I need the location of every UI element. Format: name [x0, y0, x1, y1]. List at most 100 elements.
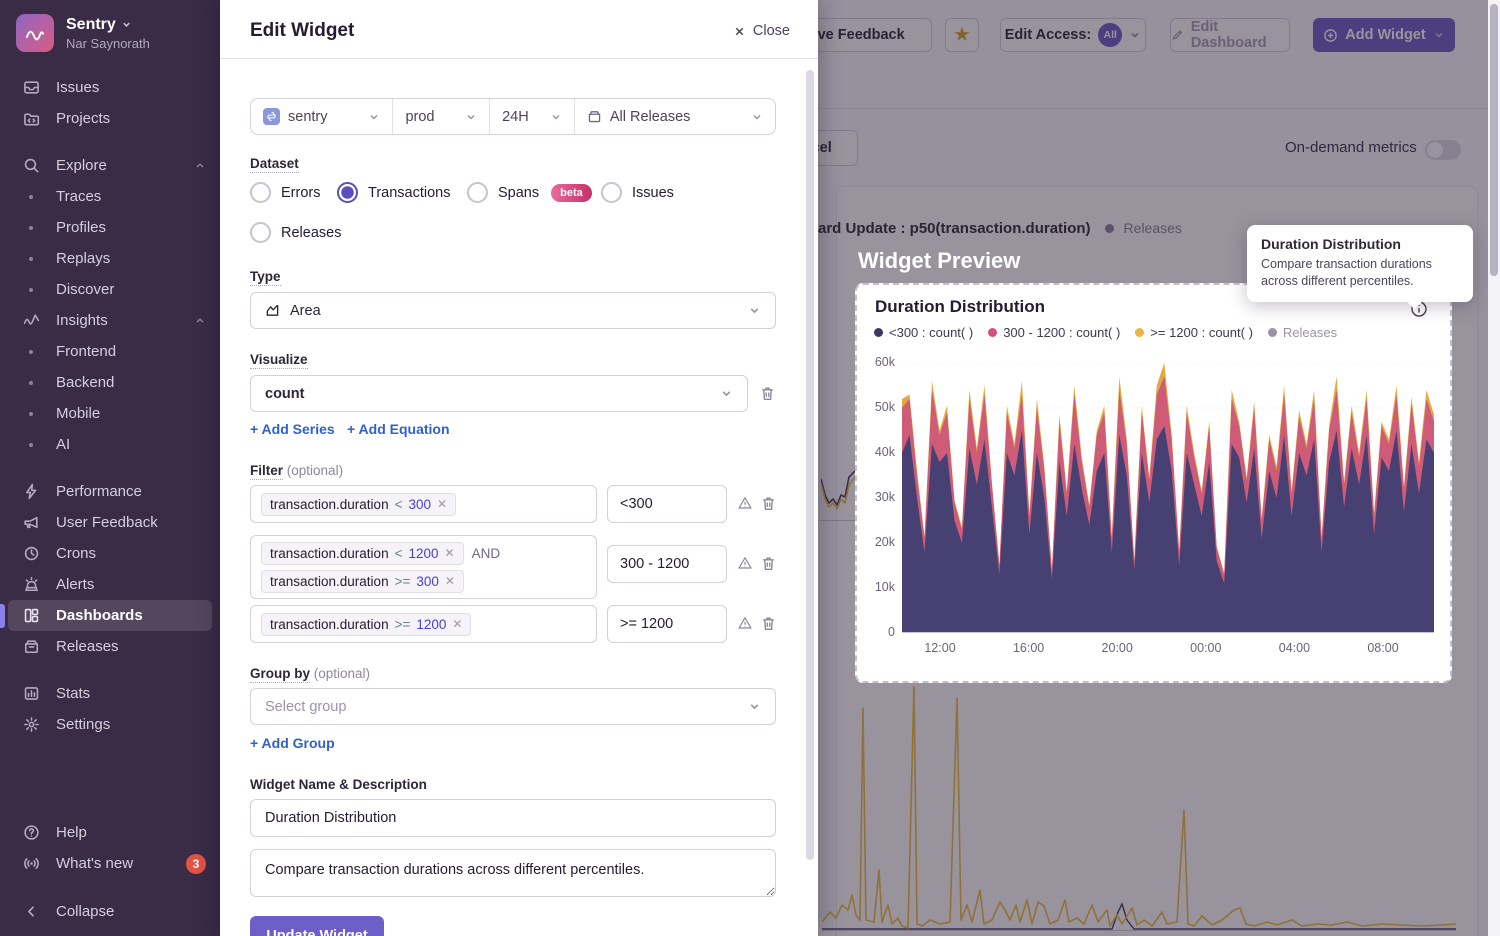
sidebar-item-projects[interactable]: Projects — [0, 103, 220, 134]
filter-query-input[interactable]: transaction.duration < 1200 ✕ AND transa… — [250, 535, 597, 599]
y-axis-tick: 50k — [857, 400, 895, 414]
dataset-option-errors[interactable]: Errors — [250, 182, 320, 203]
org-switcher[interactable]: Sentry — [66, 16, 150, 34]
sidebar-item-frontend[interactable]: Frontend — [0, 336, 220, 367]
filter-token[interactable]: transaction.duration < 1200 ✕ — [261, 542, 464, 565]
sidebar-item-alerts[interactable]: Alerts — [0, 569, 220, 600]
sidebar-item-user-feedback[interactable]: User Feedback — [0, 507, 220, 538]
radio-icon[interactable] — [601, 182, 622, 203]
sidebar-item-ai[interactable]: AI — [0, 429, 220, 460]
remove-token-icon[interactable]: ✕ — [445, 546, 455, 560]
filter-alias-input[interactable] — [607, 485, 727, 523]
page-scrollbar[interactable] — [1488, 0, 1500, 936]
visualize-select[interactable]: count — [250, 375, 748, 412]
sidebar-item-collapse[interactable]: Collapse — [0, 896, 220, 927]
delete-filter-button[interactable] — [760, 615, 777, 632]
radio-icon[interactable] — [250, 182, 271, 203]
sidebar-item-mobile[interactable]: Mobile — [0, 398, 220, 429]
close-button[interactable]: Close — [733, 23, 790, 39]
delete-filter-button[interactable] — [760, 555, 777, 572]
type-value: Area — [290, 303, 321, 319]
box-icon — [23, 638, 40, 655]
filter-token[interactable]: transaction.duration >= 1200 ✕ — [261, 613, 471, 636]
close-icon — [733, 25, 746, 38]
environment-filter[interactable]: prod — [393, 99, 490, 134]
panel-scrollbar[interactable] — [806, 70, 814, 860]
sidebar-item-discover[interactable]: Discover — [0, 274, 220, 305]
y-axis-tick: 20k — [857, 535, 895, 549]
sidebar-item-releases[interactable]: Releases — [0, 631, 220, 662]
widget-description-textarea[interactable]: Compare transaction durations across dif… — [250, 849, 776, 897]
widget-preview-card[interactable]: Duration Distribution <300 : count( ) 300… — [855, 283, 1452, 683]
legend-dot — [874, 328, 883, 337]
sidebar-item-profiles[interactable]: Profiles — [0, 212, 220, 243]
add-group-link[interactable]: + Add Group — [250, 735, 335, 751]
type-select[interactable]: Area — [250, 292, 776, 329]
chevron-down-icon — [550, 111, 562, 123]
filter-token[interactable]: transaction.duration >= 300 ✕ — [261, 570, 464, 593]
sidebar-item-issues[interactable]: Issues — [0, 72, 220, 103]
trash-icon — [760, 495, 777, 512]
sidebar-item-settings[interactable]: Settings — [0, 709, 220, 740]
legend-item[interactable]: <300 : count( ) — [874, 325, 973, 340]
filter-token[interactable]: transaction.duration < 300 ✕ — [261, 493, 456, 516]
duration-distribution-chart[interactable] — [902, 363, 1434, 633]
filter-warning-icon — [737, 495, 753, 511]
page-filter-bar: sentry prod 24H All Releases — [250, 98, 776, 135]
project-filter[interactable]: sentry — [251, 99, 393, 134]
sidebar-item-insights[interactable]: Insights — [0, 305, 220, 336]
warning-icon — [737, 495, 753, 511]
remove-token-icon[interactable]: ✕ — [445, 574, 455, 588]
delete-visualize-button[interactable] — [759, 385, 776, 402]
user-name: Nar Saynorath — [66, 36, 150, 51]
legend-item[interactable]: 300 - 1200 : count( ) — [988, 325, 1120, 340]
dataset-option-transactions[interactable]: Transactions — [337, 182, 450, 203]
sidebar-item-backend[interactable]: Backend — [0, 367, 220, 398]
legend-item[interactable]: Releases — [1268, 325, 1337, 340]
release-filter[interactable]: All Releases — [575, 99, 775, 134]
remove-token-icon[interactable]: ✕ — [437, 497, 447, 511]
add-series-link[interactable]: + Add Series — [250, 421, 335, 437]
sidebar: Sentry Nar Saynorath IssuesProjects Explo… — [0, 0, 220, 936]
legend-dot — [988, 328, 997, 337]
sidebar-item-crons[interactable]: Crons — [0, 538, 220, 569]
filter-alias-input[interactable] — [607, 545, 727, 583]
grid-icon — [23, 607, 40, 624]
filter-query-input[interactable]: transaction.duration < 300 ✕ — [250, 485, 597, 523]
preview-card-title: Duration Distribution — [875, 297, 1045, 317]
delete-filter-button[interactable] — [760, 495, 777, 512]
sidebar-item-performance[interactable]: Performance — [0, 476, 220, 507]
warning-icon — [737, 555, 753, 571]
type-label: Type — [250, 269, 281, 284]
radio-icon[interactable] — [467, 182, 488, 203]
project-filter-value: sentry — [288, 109, 328, 125]
sidebar-item-stats[interactable]: Stats — [0, 678, 220, 709]
chevron-up-icon — [194, 315, 206, 327]
chevron-down-icon — [748, 304, 761, 317]
radio-checked-icon[interactable] — [337, 182, 358, 203]
date-range-value: 24H — [502, 109, 529, 125]
sidebar-item-help[interactable]: Help — [0, 817, 220, 848]
date-range-filter[interactable]: 24H — [490, 99, 575, 134]
sidebar-item-explore[interactable]: Explore — [0, 150, 220, 181]
update-widget-button[interactable]: Update Widget — [250, 916, 384, 936]
remove-token-icon[interactable]: ✕ — [452, 617, 462, 631]
sidebar-item-whats-new[interactable]: What's new3 — [0, 848, 220, 879]
dataset-option-issues[interactable]: Issues — [601, 182, 674, 203]
dataset-option-spans[interactable]: Spans beta — [467, 182, 592, 203]
bars-icon — [23, 685, 40, 702]
sidebar-item-traces[interactable]: Traces — [0, 181, 220, 212]
sidebar-item-replays[interactable]: Replays — [0, 243, 220, 274]
widget-name-input[interactable] — [250, 799, 776, 837]
filter-query-input[interactable]: transaction.duration >= 1200 ✕ — [250, 605, 597, 643]
legend-item[interactable]: >= 1200 : count( ) — [1135, 325, 1253, 340]
sentry-logo[interactable] — [16, 14, 54, 52]
filter-alias-input[interactable] — [607, 605, 727, 643]
sidebar-item-dashboards[interactable]: Dashboards — [8, 600, 212, 631]
add-equation-link[interactable]: + Add Equation — [347, 421, 450, 437]
radio-icon[interactable] — [250, 222, 271, 243]
scrollbar-thumb[interactable] — [1490, 4, 1498, 276]
group-by-select[interactable]: Select group — [250, 688, 776, 725]
dataset-option-releases[interactable]: Releases — [250, 222, 341, 243]
legend-dot — [1268, 328, 1277, 337]
